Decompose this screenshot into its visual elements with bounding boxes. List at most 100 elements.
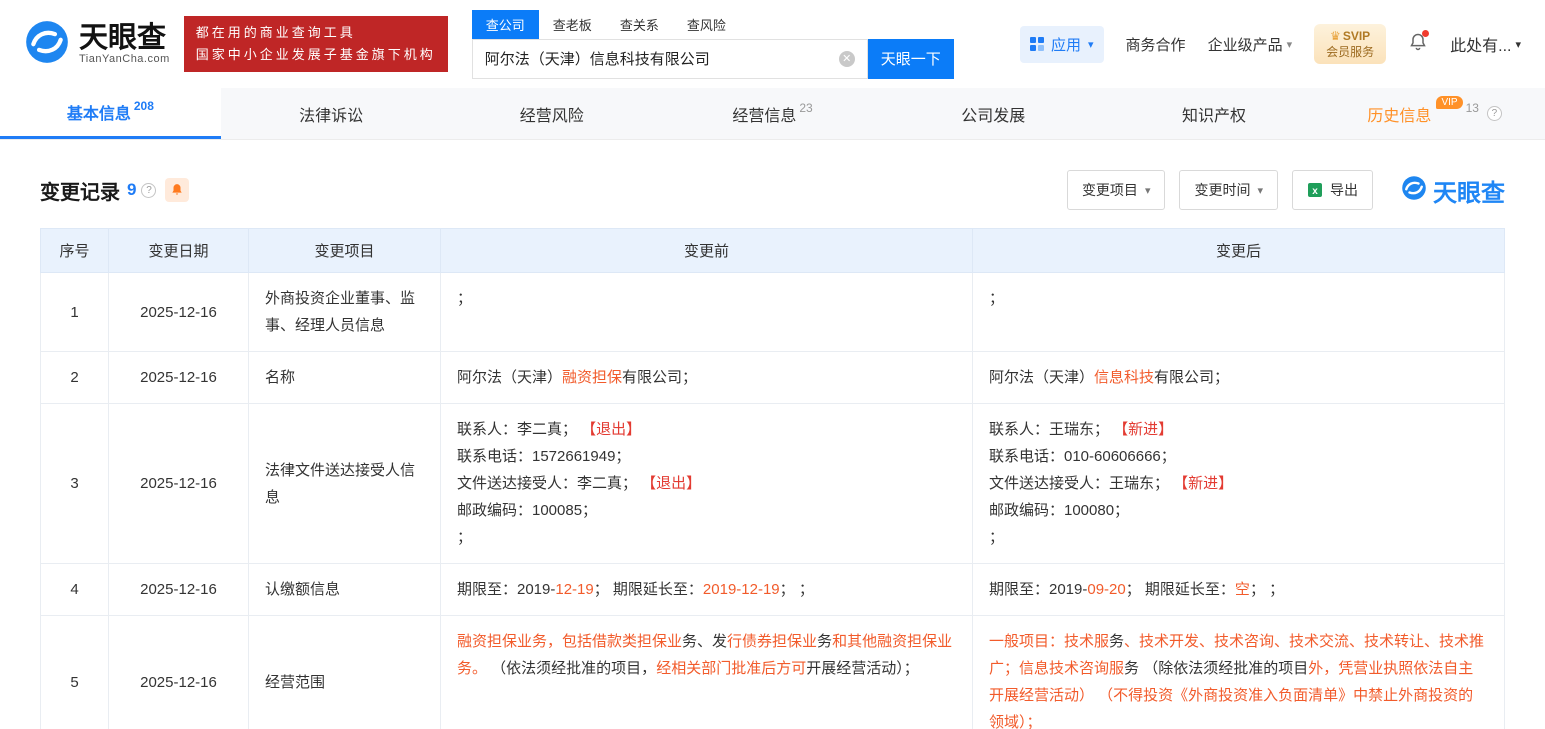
row-after-cell: 期限至：2019-09-20； 期限延长至：空； ； <box>973 564 1505 616</box>
tab-label: 经营风险 <box>520 102 584 126</box>
tab-intellectual-property[interactable]: 知识产权 <box>1104 88 1325 139</box>
export-button[interactable]: x 导出 <box>1292 170 1373 210</box>
vip-badge: VIP <box>1436 96 1462 109</box>
tab-label: 法律诉讼 <box>299 102 363 126</box>
apps-menu[interactable]: 应用 ▾ <box>1020 26 1104 63</box>
search-input[interactable]: 阿尔法（天津）信息科技有限公司 ✕ <box>472 39 868 79</box>
search-button[interactable]: 天眼一下 <box>868 39 954 79</box>
row-item-cell: 经营范围 <box>249 616 441 729</box>
row-date-cell: 2025-12-16 <box>109 564 249 616</box>
table-row: 32025-12-16法律文件送达接受人信息联系人：李二真； 【退出】联系电话：… <box>41 404 1505 564</box>
row-index-cell: 1 <box>41 273 109 352</box>
search-tab-risk[interactable]: 查风险 <box>673 10 740 39</box>
change-record-header: 变更记录 9 ? 变更项目 ▾ 变更时间 ▾ x 导出 <box>40 170 1505 210</box>
col-header-date: 变更日期 <box>109 229 249 273</box>
svg-text:x: x <box>1312 186 1318 197</box>
search-tab-relation[interactable]: 查关系 <box>606 10 673 39</box>
col-header-before: 变更前 <box>441 229 973 273</box>
row-date-cell: 2025-12-16 <box>109 404 249 564</box>
row-after-cell: 阿尔法（天津）信息科技有限公司； <box>973 352 1505 404</box>
row-date-cell: 2025-12-16 <box>109 616 249 729</box>
row-after-cell: 一般项目：技术服务、技术开发、技术咨询、技术交流、技术转让、技术推广；信息技术咨… <box>973 616 1505 729</box>
row-index-cell: 5 <box>41 616 109 729</box>
section-title: 变更记录 <box>40 176 120 205</box>
logo-text-en: TianYanCha.com <box>79 53 170 65</box>
section-count: 9 <box>127 180 136 200</box>
filter-change-item-button[interactable]: 变更项目 ▾ <box>1067 170 1166 210</box>
search-input-value: 阿尔法（天津）信息科技有限公司 <box>485 48 710 69</box>
row-before-cell: 期限至：2019-12-19； 期限延长至：2019-12-19； ； <box>441 564 973 616</box>
section-actions: 变更项目 ▾ 变更时间 ▾ x 导出 天眼查 <box>1067 170 1505 210</box>
export-label: 导出 <box>1330 180 1358 200</box>
app-grid-icon <box>1030 37 1044 51</box>
row-before-cell: 融资担保业务，包括借款类担保业务、发行债券担保业务和其他融资担保业务。 （依法须… <box>441 616 973 729</box>
tab-label: 经营信息 <box>732 102 796 126</box>
row-index-cell: 2 <box>41 352 109 404</box>
chevron-down-icon: ▾ <box>1257 184 1263 197</box>
username: 此处有... <box>1450 32 1511 56</box>
user-menu[interactable]: 此处有... ▾ <box>1450 32 1521 56</box>
tianyancha-logo-icon <box>1401 175 1427 206</box>
tianyancha-logo[interactable]: 天眼查 TianYanCha.com <box>24 19 170 70</box>
row-item-cell: 外商投资企业董事、监事、经理人员信息 <box>249 273 441 352</box>
row-after-cell: ； <box>973 273 1505 352</box>
row-before-cell: 阿尔法（天津）融资担保有限公司； <box>441 352 973 404</box>
filter-label: 变更时间 <box>1194 180 1250 200</box>
table-row: 12025-12-16外商投资企业董事、监事、经理人员信息；； <box>41 273 1505 352</box>
col-header-index: 序号 <box>41 229 109 273</box>
slogan-line-1: 都在用的商业查询工具 <box>196 22 436 44</box>
tab-operating-risk[interactable]: 经营风险 <box>441 88 662 139</box>
row-before-cell: 联系人：李二真； 【退出】联系电话：1572661949；文件送达接受人：李二真… <box>441 404 973 564</box>
table-row: 22025-12-16名称阿尔法（天津）融资担保有限公司；阿尔法（天津）信息科技… <box>41 352 1505 404</box>
row-date-cell: 2025-12-16 <box>109 352 249 404</box>
table-header-row: 序号 变更日期 变更项目 变更前 变更后 <box>41 229 1505 273</box>
tab-label: 知识产权 <box>1182 102 1246 126</box>
bell-icon <box>170 183 184 197</box>
tab-label: 公司发展 <box>961 102 1025 126</box>
svip-title: SVIP <box>1343 29 1370 43</box>
row-before-cell: ； <box>441 273 973 352</box>
tianyancha-watermark: 天眼查 <box>1401 173 1505 208</box>
tab-label: 历史信息 <box>1367 102 1431 126</box>
cooperation-label: 商务合作 <box>1126 34 1186 55</box>
tab-count: 23 <box>799 101 812 115</box>
notification-bell[interactable] <box>1408 32 1428 56</box>
apps-label: 应用 <box>1051 34 1081 55</box>
filter-label: 变更项目 <box>1082 180 1138 200</box>
nav-item-cooperation[interactable]: 商务合作 <box>1126 34 1186 55</box>
chevron-down-icon: ▾ <box>1088 38 1094 51</box>
row-item-cell: 名称 <box>249 352 441 404</box>
tab-legal[interactable]: 法律诉讼 <box>221 88 442 139</box>
nav-item-enterprise[interactable]: 企业级产品 ▾ <box>1208 34 1293 55</box>
tianyancha-logo-icon <box>24 19 70 70</box>
slogan-badge: 都在用的商业查询工具 国家中小企业发展子基金旗下机构 <box>184 16 448 72</box>
tab-history-info[interactable]: 历史信息 VIP 13 ? <box>1324 88 1545 139</box>
row-index-cell: 3 <box>41 404 109 564</box>
help-icon[interactable]: ? <box>1487 106 1502 121</box>
monitor-bell-button[interactable] <box>165 178 189 202</box>
col-header-after: 变更后 <box>973 229 1505 273</box>
help-icon[interactable]: ? <box>141 183 156 198</box>
slogan-line-2: 国家中小企业发展子基金旗下机构 <box>196 44 436 66</box>
tab-company-development[interactable]: 公司发展 <box>883 88 1104 139</box>
tab-operating-info[interactable]: 经营信息 23 <box>662 88 883 139</box>
search-area: 查公司 查老板 查关系 查风险 阿尔法（天津）信息科技有限公司 ✕ 天眼一下 <box>472 10 954 79</box>
search-tab-company[interactable]: 查公司 <box>472 10 539 39</box>
row-after-cell: 联系人：王瑞东； 【新进】联系电话：010-60606666；文件送达接受人：王… <box>973 404 1505 564</box>
chevron-down-icon: ▾ <box>1287 38 1293 51</box>
enterprise-label: 企业级产品 <box>1208 34 1283 55</box>
table-row: 42025-12-16认缴额信息期限至：2019-12-19； 期限延长至：20… <box>41 564 1505 616</box>
tab-count: 208 <box>134 99 154 113</box>
header-nav: 应用 ▾ 商务合作 企业级产品 ▾ ♛SVIP 会员服务 此处有... ▾ <box>1020 24 1521 64</box>
filter-change-time-button[interactable]: 变更时间 ▾ <box>1179 170 1278 210</box>
tab-basic-info[interactable]: 基本信息 208 <box>0 88 221 139</box>
clear-icon[interactable]: ✕ <box>839 51 855 67</box>
col-header-item: 变更项目 <box>249 229 441 273</box>
logo-text-cn: 天眼查 <box>79 23 170 53</box>
change-table-body: 12025-12-16外商投资企业董事、监事、经理人员信息；；22025-12-… <box>41 273 1505 729</box>
search-tab-boss[interactable]: 查老板 <box>539 10 606 39</box>
chevron-down-icon: ▾ <box>1145 184 1151 197</box>
table-row: 52025-12-16经营范围融资担保业务，包括借款类担保业务、发行债券担保业务… <box>41 616 1505 729</box>
search-tabs: 查公司 查老板 查关系 查风险 <box>472 10 954 39</box>
svip-member-badge[interactable]: ♛SVIP 会员服务 <box>1314 24 1386 64</box>
